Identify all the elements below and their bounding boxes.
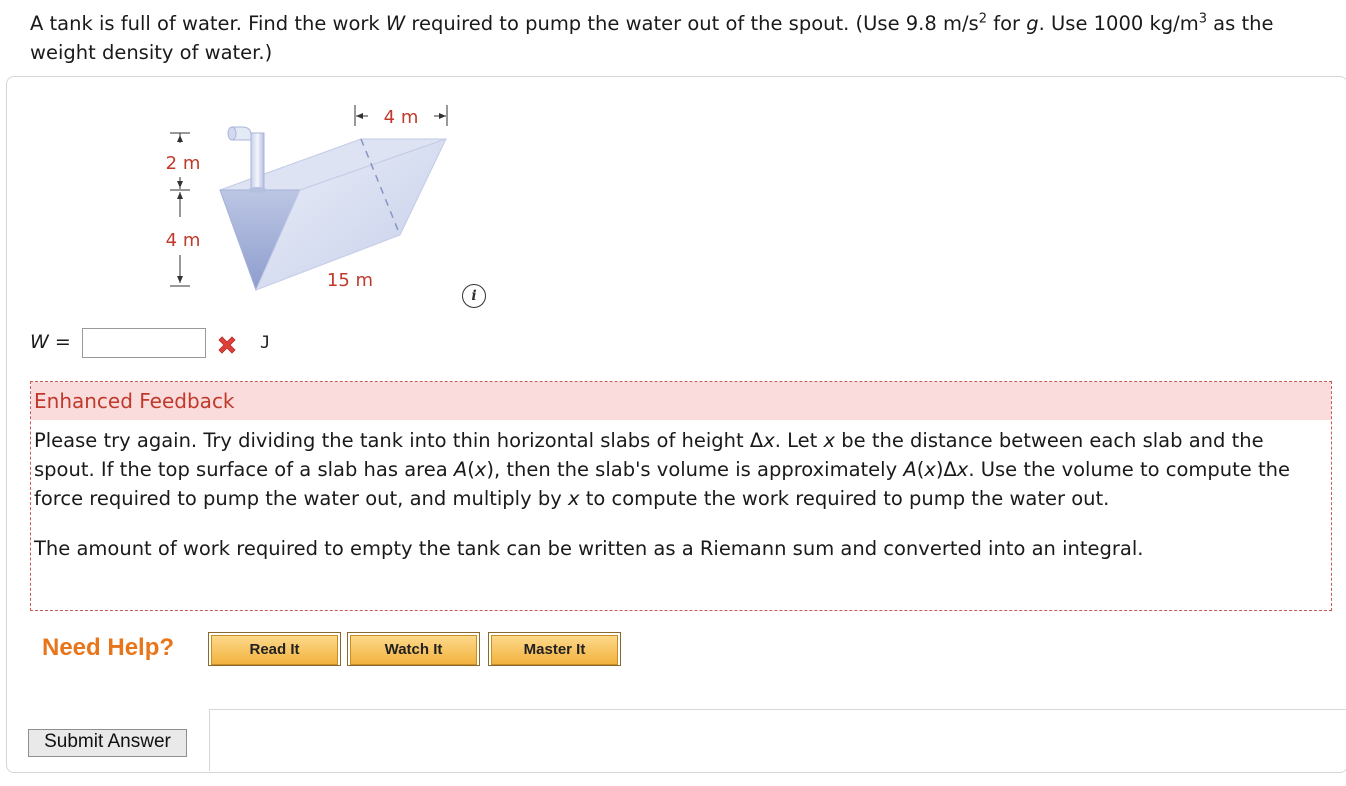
info-icon[interactable]: i bbox=[462, 284, 486, 308]
answer-row: W = J bbox=[30, 328, 350, 360]
submit-answer-button[interactable]: Submit Answer bbox=[28, 729, 187, 757]
master-it-button[interactable]: Master It bbox=[488, 632, 621, 666]
spout-base bbox=[248, 187, 267, 193]
feedback-paragraph-2: The amount of work required to empty the… bbox=[34, 537, 1144, 560]
feedback-paragraph-1: Please try again. Try dividing the tank … bbox=[34, 429, 1291, 510]
answer-variable: W = bbox=[30, 331, 71, 353]
answer-unit: J bbox=[260, 333, 271, 353]
spout-height-label: 2 m bbox=[166, 153, 201, 174]
need-help-row: Need Help? Read It Watch It Master It bbox=[42, 632, 642, 668]
spout-opening bbox=[227, 126, 237, 141]
read-it-button[interactable]: Read It bbox=[208, 632, 341, 666]
incorrect-x-icon bbox=[218, 336, 236, 354]
spout-pipe bbox=[250, 132, 265, 192]
length-label: 15 m bbox=[327, 270, 373, 291]
footer-divider bbox=[210, 709, 1346, 710]
feedback-header: Enhanced Feedback bbox=[31, 382, 1331, 420]
need-help-label: Need Help? bbox=[42, 634, 175, 661]
work-answer-input[interactable] bbox=[82, 328, 206, 358]
watch-it-button[interactable]: Watch It bbox=[347, 632, 480, 666]
depth-label: 4 m bbox=[166, 230, 201, 251]
tank-figure: 4 m 2 m 4 m 15 m bbox=[166, 105, 448, 292]
feedback-body: Please try again. Try dividing the tank … bbox=[31, 420, 1331, 563]
width-label: 4 m bbox=[384, 107, 419, 128]
enhanced-feedback-box: Enhanced Feedback Please try again. Try … bbox=[30, 381, 1332, 611]
question-text: A tank is full of water. Find the work W… bbox=[30, 11, 1274, 64]
footer-divider-vertical bbox=[209, 709, 210, 771]
